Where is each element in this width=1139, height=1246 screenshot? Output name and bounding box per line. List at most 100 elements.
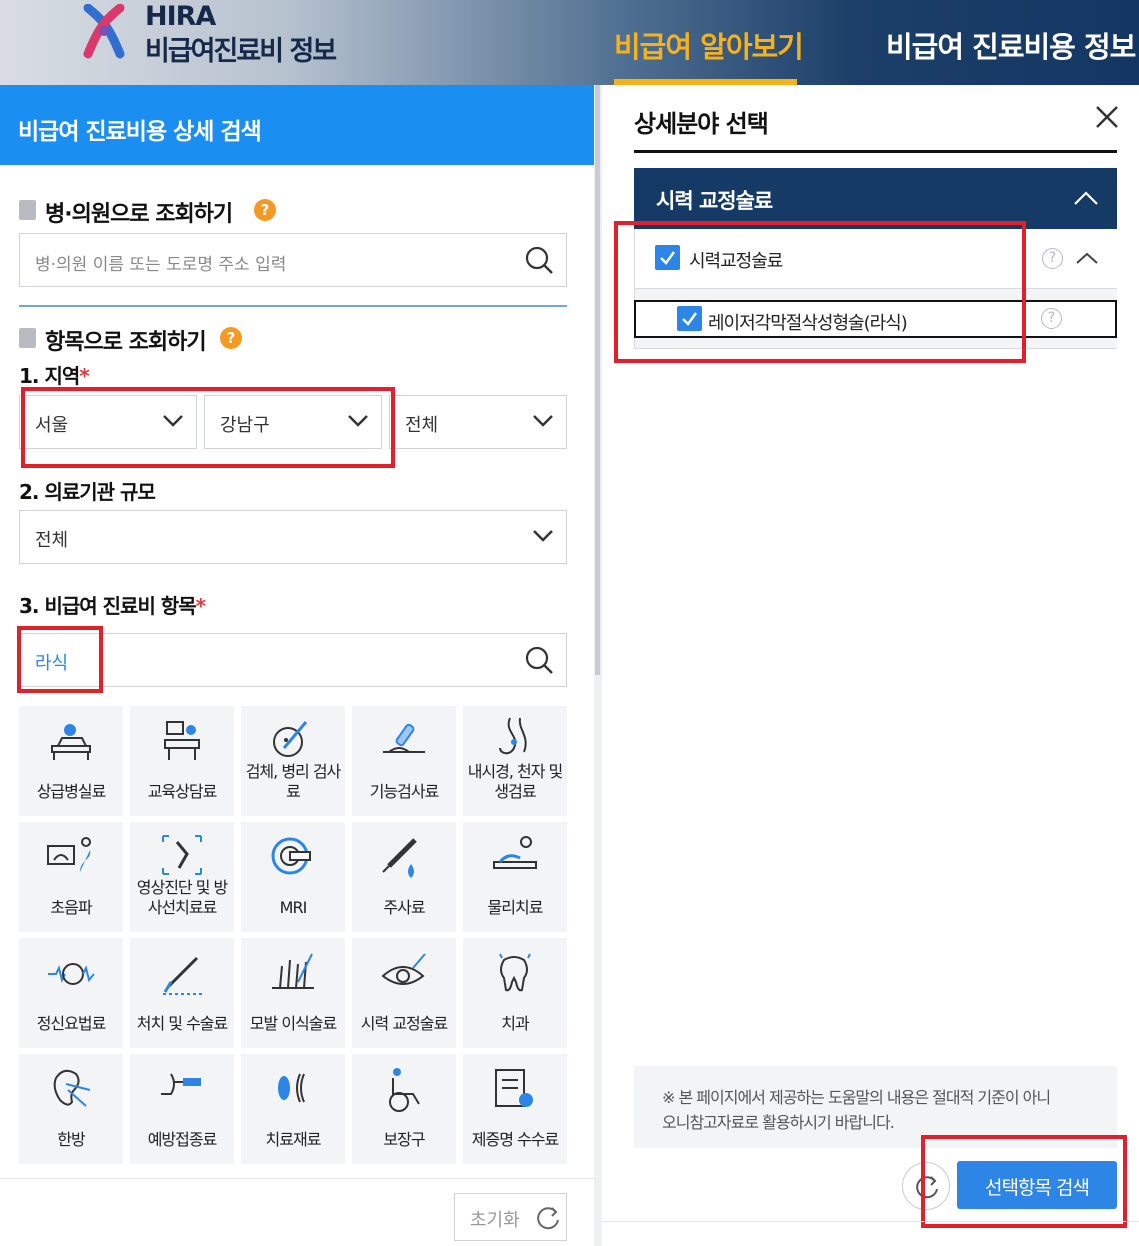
category-tile[interactable]: 초음파 — [19, 822, 123, 932]
counseling-icon — [164, 721, 200, 760]
title-rule — [634, 150, 1117, 153]
category-tile[interactable]: 예방접종료 — [130, 1054, 234, 1164]
category-label: 교육상담료 — [147, 782, 218, 801]
category-tile[interactable]: 모발 이식술료 — [241, 938, 345, 1048]
refresh-icon — [537, 1207, 559, 1230]
xray-icon — [162, 835, 202, 875]
help-icon[interactable]: ? — [1042, 248, 1063, 269]
region-label: 1. 지역* — [19, 364, 90, 388]
category-tile[interactable]: 교육상담료 — [130, 706, 234, 816]
hospital-section-heading: 병·의원으로 조회하기 — [45, 202, 233, 227]
chevron-up-icon[interactable] — [1075, 251, 1099, 265]
help-icon[interactable]: ? — [254, 199, 276, 221]
category-tile[interactable]: 상급병실료 — [19, 706, 123, 816]
dong-value: 전체 — [405, 415, 439, 436]
hair-transplant-icon — [272, 953, 314, 989]
left-panel-title: 비급여 진료비용 상세 검색 — [18, 119, 262, 145]
highlight-search-button — [921, 1135, 1127, 1228]
accordion-title: 시력 교정술료 — [656, 189, 773, 213]
category-tile[interactable]: 제증명 수수료 — [463, 1054, 567, 1164]
help-icon[interactable]: ? — [1041, 308, 1062, 329]
hospital-search-input[interactable]: 병·의원 이름 또는 도로명 주소 입력 — [19, 233, 567, 287]
help-icon[interactable]: ? — [220, 327, 242, 349]
dong-select[interactable]: 전체 — [389, 395, 567, 449]
chevron-up-icon[interactable] — [1073, 190, 1099, 206]
eye-icon — [381, 953, 426, 985]
brain-icon — [48, 963, 95, 985]
category-label: 예방접종료 — [147, 1130, 218, 1149]
physical-therapy-icon — [493, 836, 537, 869]
item-section-icon — [19, 328, 36, 348]
category-label: 정신요법료 — [36, 1014, 107, 1033]
category-label: 보장구 — [383, 1130, 425, 1149]
highlight-item-input — [17, 626, 103, 693]
nav-noncovered-cost[interactable]: 비급여 진료비용 정보 — [886, 24, 1136, 66]
category-tile[interactable]: 내시경, 천자 및 생검료 — [463, 706, 567, 816]
category-tile[interactable]: MRI — [241, 822, 345, 932]
scalpel-icon — [163, 956, 205, 995]
nav-active-indicator — [614, 79, 797, 85]
category-label: 처치 및 수술료 — [136, 1014, 229, 1033]
chevron-down-icon — [533, 530, 553, 542]
highlight-region — [21, 387, 395, 468]
wheelchair-icon — [389, 1068, 420, 1112]
category-label: 물리치료 — [487, 898, 544, 917]
chevron-down-icon — [533, 415, 553, 427]
category-label: 내시경, 천자 및 생검료 — [467, 762, 564, 801]
category-label: 시력 교정술료 — [360, 1014, 448, 1033]
category-label: 치료재료 — [265, 1130, 322, 1149]
category-label: MRI — [279, 898, 308, 917]
function-test-icon — [383, 723, 425, 753]
vaccine-icon — [161, 1073, 201, 1095]
scale-select[interactable]: 전체 — [19, 510, 567, 564]
endoscope-icon — [499, 717, 527, 755]
category-tile[interactable]: 시력 교정술료 — [352, 938, 456, 1048]
hospital-search-placeholder: 병·의원 이름 또는 도로명 주소 입력 — [35, 255, 287, 275]
logo-subtitle[interactable]: 비급여진료비 정보 — [145, 29, 337, 68]
panel-scrollbar[interactable] — [594, 85, 602, 1246]
disclaimer-line2: 오니참고자료로 활용하시기 바랍니다. — [662, 1113, 895, 1132]
accordion-header[interactable]: 시력 교정술료 — [634, 168, 1117, 229]
search-icon[interactable] — [524, 645, 554, 675]
scrollbar-thumb[interactable] — [595, 85, 600, 675]
lens-icon — [278, 1073, 305, 1103]
category-tile[interactable]: 정신요법료 — [19, 938, 123, 1048]
category-tile[interactable]: 처치 및 수술료 — [130, 938, 234, 1048]
ear-acupuncture-icon — [53, 1069, 91, 1107]
category-tile[interactable]: 치료재료 — [241, 1054, 345, 1164]
category-tile[interactable]: 보장구 — [352, 1054, 456, 1164]
left-panel-footer-divider — [0, 1178, 594, 1179]
ultrasound-icon — [47, 837, 91, 872]
nav-noncovered-info[interactable]: 비급여 알아보기 — [614, 24, 804, 66]
highlight-selection — [614, 221, 1026, 363]
certificate-icon — [495, 1069, 533, 1107]
category-tile[interactable]: 물리치료 — [463, 822, 567, 932]
syringe-icon — [382, 838, 417, 878]
category-tile[interactable]: 기능검사료 — [352, 706, 456, 816]
item-label: 3. 비급여 진료비 항목* — [19, 594, 206, 618]
category-tile[interactable]: 영상진단 및 방사선치료료 — [130, 822, 234, 932]
category-tile[interactable]: 주사료 — [352, 822, 456, 932]
category-label: 영상진단 및 방사선치료료 — [136, 878, 229, 917]
category-label: 제증명 수수료 — [471, 1130, 559, 1149]
category-tile[interactable]: 한방 — [19, 1054, 123, 1164]
category-label: 기능검사료 — [369, 782, 440, 801]
search-icon[interactable] — [524, 245, 554, 275]
reset-button[interactable]: 초기화 — [454, 1193, 567, 1241]
right-panel-footer-divider — [602, 1221, 1139, 1222]
hospital-section-icon — [19, 200, 36, 220]
hospital-bed-icon — [51, 724, 91, 760]
category-label: 한방 — [57, 1130, 85, 1149]
category-tile[interactable]: 치과 — [463, 938, 567, 1048]
category-label: 검체, 병리 검사료 — [245, 762, 342, 801]
category-label: 상급병실료 — [36, 782, 107, 801]
specimen-test-icon — [273, 721, 308, 757]
close-icon[interactable] — [1094, 104, 1120, 130]
category-label: 초음파 — [50, 898, 92, 917]
item-section-heading: 항목으로 조회하기 — [45, 330, 207, 355]
hira-logo-icon[interactable] — [82, 4, 126, 60]
detail-panel-title: 상세분야 선택 — [634, 110, 769, 138]
category-tile[interactable]: 검체, 병리 검사료 — [241, 706, 345, 816]
disclaimer-line1: ※ 본 페이지에서 제공하는 도움말의 내용은 절대적 기준이 아니 — [662, 1088, 1051, 1107]
logo-text[interactable]: HIRA — [145, 1, 216, 32]
